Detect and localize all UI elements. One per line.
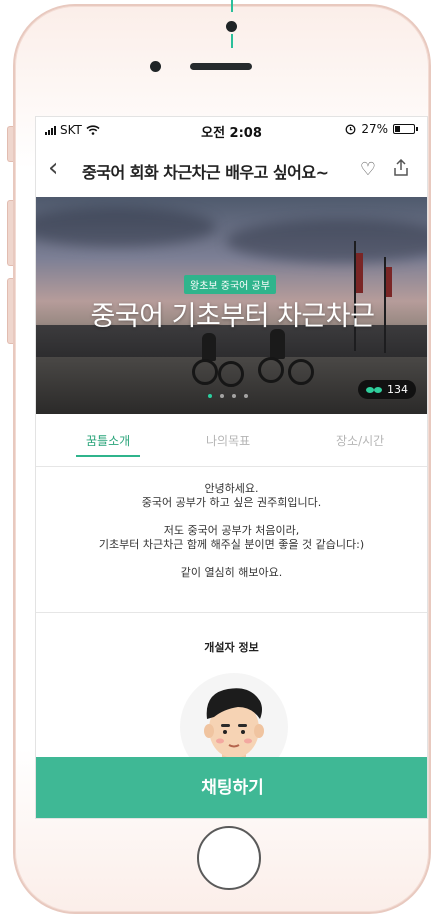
hero-cloud: [36, 207, 216, 247]
decor-line-top: [231, 0, 233, 12]
page-title: 중국어 회화 차근차근 배우고 싶어요~: [82, 163, 329, 182]
like-count: 134: [387, 383, 408, 396]
carousel-indicator[interactable]: [208, 394, 248, 398]
hero-banner[interactable]: 왕초보 중국어 공부 중국어 기초부터 차근차근 134: [36, 197, 427, 414]
heart-icon[interactable]: ♡: [360, 159, 376, 180]
intro-line: 중국어 공부가 하고 싶은 권주희입니다.: [141, 496, 322, 509]
battery-icon: [393, 124, 418, 134]
carousel-dot[interactable]: [220, 394, 224, 398]
tab-place-time[interactable]: 장소/시간: [336, 432, 384, 449]
app-screen: SKT 오전 2:08 27% ‹ 중국어 회화 차근차근 배우고 싶어요~ ♡: [35, 116, 428, 819]
nav-bar: ‹ 중국어 회화 차근차근 배우고 싶어요~ ♡: [36, 147, 427, 191]
category-badge: 왕초보 중국어 공부: [184, 275, 276, 294]
intro-line: 같이 열심히 해보아요.: [180, 566, 283, 579]
hero-cloud: [226, 219, 427, 263]
top-sensor: [226, 21, 237, 32]
intro-line: 저도 중국어 공부가 처음이라,: [163, 524, 300, 537]
sprout-icon: [366, 386, 382, 393]
hero-flag: [386, 267, 392, 297]
tab-bar: 꿈틀소개 나의목표 장소/시간: [36, 414, 427, 467]
intro-line: 기초부터 차근차근 함께 해주실 분이면 좋을 것 같습니다:): [98, 538, 365, 551]
tab-goal[interactable]: 나의목표: [206, 432, 250, 449]
status-bar: SKT 오전 2:08 27%: [36, 117, 427, 143]
host-section-title: 개설자 정보: [204, 641, 259, 654]
carousel-dot[interactable]: [244, 394, 248, 398]
hero-title: 중국어 기초부터 차근차근: [90, 301, 375, 332]
carousel-dot[interactable]: [208, 394, 212, 398]
like-count-badge[interactable]: 134: [358, 380, 416, 399]
back-icon[interactable]: ‹: [48, 155, 58, 181]
intro-text: 안녕하세요. 중국어 공부가 하고 싶은 권주희입니다. 저도 중국어 공부가 …: [36, 482, 427, 580]
hero-flag: [356, 253, 363, 293]
intro-line: 안녕하세요.: [204, 482, 259, 495]
earpiece-speaker: [190, 63, 252, 70]
tab-intro[interactable]: 꿈틀소개: [86, 432, 130, 449]
tab-active-indicator: [76, 455, 140, 457]
chat-button[interactable]: 채팅하기: [36, 757, 427, 818]
home-button[interactable]: [197, 826, 261, 890]
front-camera: [150, 61, 161, 72]
alarm-icon: [345, 124, 356, 134]
decor-line-bottom: [231, 34, 233, 48]
share-icon[interactable]: [393, 159, 409, 177]
section-divider: [36, 612, 427, 613]
battery-percent: 27%: [361, 122, 388, 136]
carousel-dot[interactable]: [232, 394, 236, 398]
